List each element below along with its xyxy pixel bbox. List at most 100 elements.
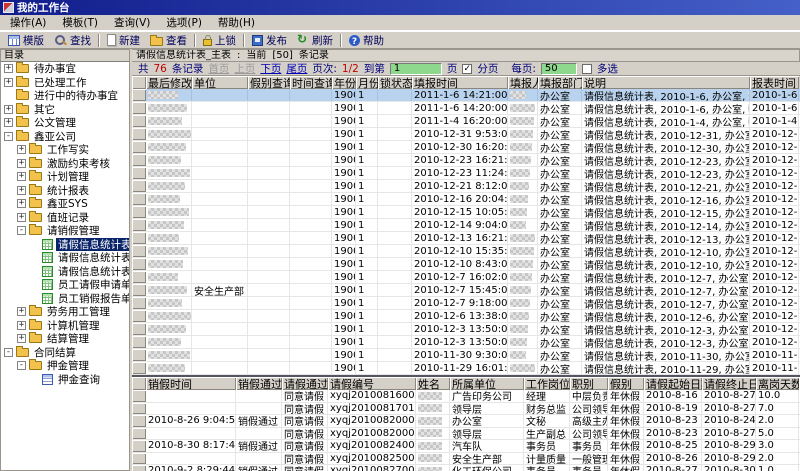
column-header[interactable]: 销假通过 xyxy=(236,377,282,390)
collapse-icon[interactable]: - xyxy=(4,348,13,357)
row-selector[interactable] xyxy=(132,115,146,127)
row-selector[interactable] xyxy=(132,362,146,374)
row-selector[interactable] xyxy=(132,141,146,153)
row-selector[interactable] xyxy=(132,403,146,415)
tree-item[interactable]: -合同结算 xyxy=(1,346,129,360)
tree-item[interactable]: +计算机管理 xyxy=(1,319,129,333)
tree-item[interactable]: 员工请假申请单 xyxy=(1,278,129,292)
table-row[interactable]: 2010-9-2 8:29:44销假通过同意请假xyqj20100827001化… xyxy=(132,465,800,471)
column-header[interactable]: 假别查询 xyxy=(248,76,290,89)
menu-item-3[interactable]: 选项(P) xyxy=(158,16,210,30)
row-selector[interactable] xyxy=(132,336,146,348)
row-selector[interactable] xyxy=(132,440,146,452)
column-header[interactable]: 说明 xyxy=(582,76,750,89)
table-row[interactable]: 2010-8-30 8:17:42销假通过同意请假xyqj20100824001… xyxy=(132,440,800,453)
column-header[interactable]: 锁状态 xyxy=(378,76,412,89)
row-selector[interactable] xyxy=(132,154,146,166)
toolbar-button-4[interactable]: 上锁 xyxy=(198,32,241,48)
table-row[interactable]: 190012010-12-3 13:50:00办公室请假信息统计表, 2010-… xyxy=(132,336,800,349)
menu-item-4[interactable]: 帮助(H) xyxy=(210,16,263,30)
row-selector[interactable] xyxy=(132,465,146,471)
column-header[interactable]: 填报时间 xyxy=(412,76,508,89)
row-selector[interactable] xyxy=(132,258,146,270)
expand-icon[interactable]: + xyxy=(4,78,13,87)
per-page-input[interactable]: 50 xyxy=(541,63,577,75)
column-header[interactable]: 请假通过 xyxy=(282,377,328,390)
expand-icon[interactable]: + xyxy=(4,64,13,73)
column-header[interactable]: 最后修改 xyxy=(146,76,192,89)
menu-item-0[interactable]: 操作(A) xyxy=(2,16,54,30)
table-row[interactable]: 同意请假xyqj20100817010领导层财务总监公司领导年休假2010-8-… xyxy=(132,403,800,416)
tree-item[interactable]: 员工销假报告单 xyxy=(1,292,129,306)
row-selector[interactable] xyxy=(132,310,146,322)
table-row[interactable]: 190012010-12-15 10:05:00办公室请假信息统计表, 2010… xyxy=(132,206,800,219)
expand-icon[interactable]: + xyxy=(17,172,26,181)
column-header[interactable]: 时间查询 xyxy=(290,76,332,89)
tree-item[interactable]: +统计报表 xyxy=(1,184,129,198)
tree-item[interactable]: 请假信息统计表_个人 xyxy=(1,265,129,279)
table-row[interactable]: 同意请假xyqj20100820001领导层生产副总公司领导年休假2010-8-… xyxy=(132,428,800,441)
table-row[interactable]: 190012010-12-16 20:04:00办公室请假信息统计表, 2010… xyxy=(132,193,800,206)
paginate-checkbox[interactable] xyxy=(462,64,472,74)
row-selector[interactable] xyxy=(132,297,146,309)
row-selector[interactable] xyxy=(132,102,146,114)
table-row[interactable]: 190012011-1-6 14:20:00办公室请假信息统计表, 2010-1… xyxy=(132,102,800,115)
row-selector[interactable] xyxy=(132,167,146,179)
menu-item-1[interactable]: 模板(T) xyxy=(54,16,106,30)
tree-item[interactable]: 押金查询 xyxy=(1,373,129,387)
expand-icon[interactable]: + xyxy=(17,145,26,154)
pager-first-link[interactable]: 首页 xyxy=(208,62,229,76)
column-header[interactable]: 姓名 xyxy=(416,377,450,390)
tree-item[interactable]: +已处理工作 xyxy=(1,76,129,90)
tree-item[interactable]: -鑫亚公司 xyxy=(1,130,129,144)
table-row[interactable]: 2010-8-26 9:04:55销假通过同意请假xyqj20100820002… xyxy=(132,415,800,428)
table-row[interactable]: 190012010-12-10 8:43:00办公室请假信息统计表, 2010-… xyxy=(132,258,800,271)
table-row[interactable]: 190012011-1-6 14:21:00办公室请假信息统计表, 2010-1… xyxy=(132,89,800,102)
tree-item[interactable]: -请销假管理 xyxy=(1,224,129,238)
pager-last-link[interactable]: 尾页 xyxy=(286,62,307,76)
table-row[interactable]: 同意请假xyqj20100825002安全生产部计量质量一般管理人员年休假201… xyxy=(132,453,800,466)
expand-icon[interactable]: + xyxy=(17,186,26,195)
tree-item[interactable]: +工作写实 xyxy=(1,143,129,157)
column-header[interactable]: 销假时间 xyxy=(146,377,236,390)
column-header[interactable]: 单位 xyxy=(192,76,248,89)
toolbar-button-5[interactable]: 发布 xyxy=(247,32,292,48)
expand-icon[interactable]: + xyxy=(17,213,26,222)
table-row[interactable]: 190012010-12-7 9:18:00办公室请假信息统计表, 2010-1… xyxy=(132,297,800,310)
tree-item[interactable]: +结算管理 xyxy=(1,332,129,346)
row-selector[interactable] xyxy=(132,390,146,402)
row-selector[interactable] xyxy=(132,349,146,361)
expand-icon[interactable]: + xyxy=(17,334,26,343)
column-header[interactable]: 工作岗位 xyxy=(524,377,570,390)
table-row[interactable]: 190012010-12-7 16:02:00办公室请假信息统计表, 2010-… xyxy=(132,271,800,284)
column-header[interactable]: 月份 xyxy=(356,76,378,89)
row-selector[interactable] xyxy=(132,323,146,335)
table-row[interactable]: 190012010-12-31 9:53:00办公室请假信息统计表, 2010-… xyxy=(132,128,800,141)
tree-item[interactable]: 进行中的待办事宜 xyxy=(1,89,129,103)
row-selector[interactable] xyxy=(132,232,146,244)
column-header[interactable]: 年份 xyxy=(332,76,356,89)
row-selector[interactable] xyxy=(132,428,146,440)
table-row[interactable]: 190012010-12-13 16:21:00办公室请假信息统计表, 2010… xyxy=(132,232,800,245)
table-row[interactable]: 190012010-12-3 13:50:00办公室请假信息统计表, 2010-… xyxy=(132,323,800,336)
expand-icon[interactable]: + xyxy=(17,199,26,208)
tree-item[interactable]: 请假信息统计表 xyxy=(1,238,129,252)
tree-item[interactable]: +激励约束考核 xyxy=(1,157,129,171)
table-row[interactable]: 190012011-1-4 16:20:00办公室请假信息统计表, 2010-1… xyxy=(132,115,800,128)
row-selector[interactable] xyxy=(132,193,146,205)
table-row[interactable]: 190012010-12-21 8:12:00办公室请假信息统计表, 2010-… xyxy=(132,180,800,193)
column-header[interactable]: 职别 xyxy=(570,377,608,390)
row-selector[interactable] xyxy=(132,415,146,427)
column-header[interactable]: 离岗天数 xyxy=(756,377,799,390)
toolbar-button-0[interactable]: 模版 xyxy=(3,32,49,48)
toolbar-button-6[interactable]: 刷新 xyxy=(292,32,338,48)
tree-item[interactable]: +劳务用工管理 xyxy=(1,305,129,319)
tree-item[interactable]: +值班记录 xyxy=(1,211,129,225)
collapse-icon[interactable]: - xyxy=(17,361,26,370)
pager-prev-link[interactable]: 上页 xyxy=(234,62,255,76)
row-selector[interactable] xyxy=(132,245,146,257)
row-selector[interactable] xyxy=(132,271,146,283)
table-row[interactable]: 安全生产部190012010-12-7 15:45:00办公室请假信息统计表, … xyxy=(132,284,800,297)
goto-page-input[interactable]: 1 xyxy=(390,63,442,75)
column-header[interactable]: 请假起始日期 xyxy=(644,377,702,390)
